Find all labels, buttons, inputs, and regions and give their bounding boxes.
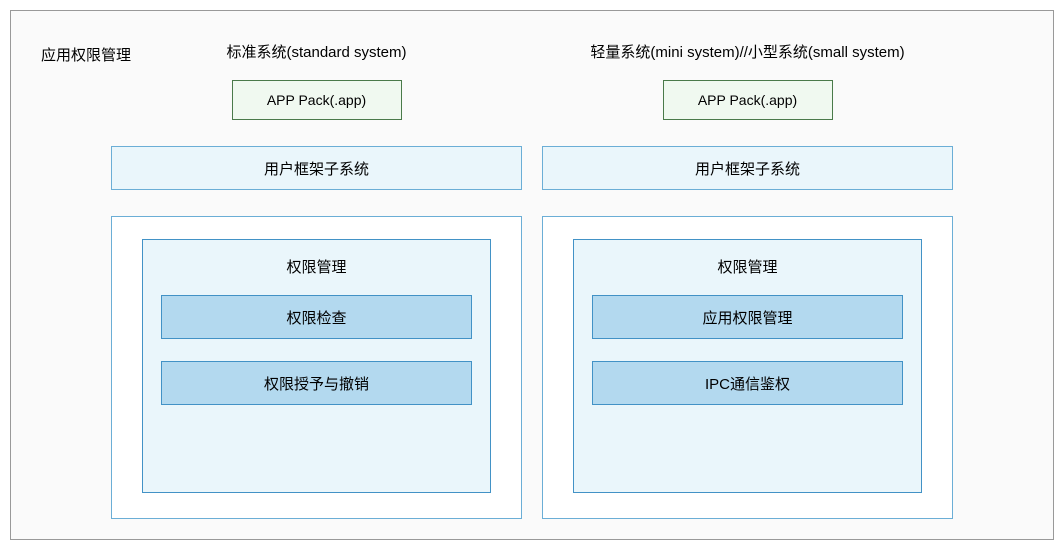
left-permission-title: 权限管理 — [286, 256, 346, 277]
left-permission-item-1: 权限授予与撤销 — [161, 361, 472, 405]
left-column: 标准系统(standard system) APP Pack(.app) 用户框… — [111, 29, 522, 519]
left-system-label: 标准系统(standard system) — [226, 41, 406, 62]
right-framework-box: 用户框架子系统 — [542, 146, 953, 190]
left-permission-inner: 权限管理 权限检查 权限授予与撤销 — [142, 239, 491, 493]
right-column: 轻量系统(mini system)//小型系统(small system) AP… — [542, 29, 953, 519]
right-permission-inner: 权限管理 应用权限管理 IPC通信鉴权 — [573, 239, 922, 493]
left-framework-box: 用户框架子系统 — [111, 146, 522, 190]
columns-wrapper: 标准系统(standard system) APP Pack(.app) 用户框… — [11, 11, 1053, 539]
diagram-container: 应用权限管理 标准系统(standard system) APP Pack(.a… — [10, 10, 1054, 540]
left-permission-outer: 权限管理 权限检查 权限授予与撤销 — [111, 216, 522, 519]
right-permission-title: 权限管理 — [717, 256, 777, 277]
right-permission-item-0: 应用权限管理 — [592, 295, 903, 339]
diagram-title: 应用权限管理 — [41, 44, 131, 65]
left-permission-item-0: 权限检查 — [161, 295, 472, 339]
right-app-pack: APP Pack(.app) — [663, 80, 833, 120]
right-permission-item-1: IPC通信鉴权 — [592, 361, 903, 405]
left-app-pack: APP Pack(.app) — [232, 80, 402, 120]
right-system-label: 轻量系统(mini system)//小型系统(small system) — [590, 41, 904, 62]
right-permission-outer: 权限管理 应用权限管理 IPC通信鉴权 — [542, 216, 953, 519]
